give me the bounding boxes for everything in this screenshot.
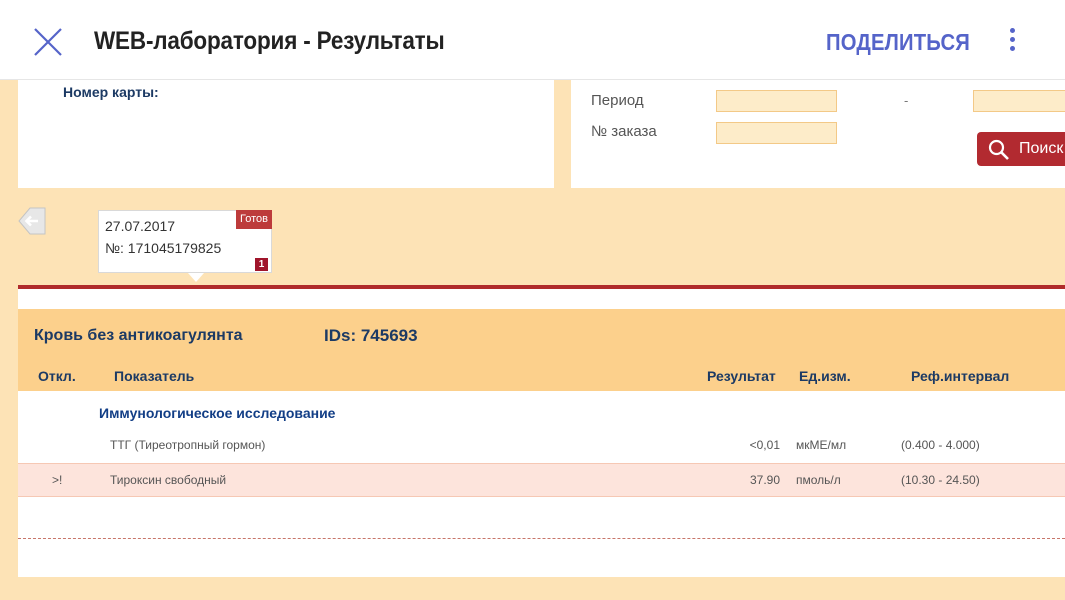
search-button-label: Поиск <box>1019 140 1064 157</box>
column-header-ref: Реф.интервал <box>911 368 1010 384</box>
more-vertical-icon[interactable] <box>1001 26 1023 56</box>
row-ref: (10.30 - 24.50) <box>901 473 980 487</box>
results-block: Кровь без антикоагулянта IDs: 745693 Отк… <box>18 309 1065 577</box>
card-number-label: Номер карты: <box>63 84 159 100</box>
table-row[interactable]: >! Тироксин свободный 37.90 пмоль/л (10.… <box>18 463 1065 497</box>
period-to-field[interactable] <box>973 90 1065 112</box>
app-bar: WEB-лаборатория - Результаты ПОДЕЛИТЬСЯ <box>0 0 1065 80</box>
order-date: 27.07.2017 <box>105 218 176 234</box>
row-unit: пмоль/л <box>796 473 841 487</box>
column-header-indicator: Показатель <box>114 368 195 384</box>
share-button[interactable]: ПОДЕЛИТЬСЯ <box>826 29 970 56</box>
column-header-result: Результат <box>707 368 776 384</box>
row-indicator: Тироксин свободный <box>110 473 227 487</box>
group-title: Иммунологическое исследование <box>99 405 336 421</box>
count-badge: 1 <box>255 258 268 271</box>
page-title: WEB-лаборатория - Результаты <box>94 27 445 55</box>
period-from-field[interactable] <box>716 90 837 112</box>
back-arrow-icon[interactable] <box>18 207 46 235</box>
row-result: <0,01 <box>749 438 780 452</box>
search-button[interactable]: Поиск <box>977 132 1065 166</box>
patient-card-panel: Номер карты: <box>18 80 554 188</box>
row-unit: мкМЕ/мл <box>796 438 847 452</box>
column-header-deviation: Откл. <box>38 368 76 384</box>
specimen-title: Кровь без антикоагулянта <box>34 327 243 344</box>
order-card[interactable]: 27.07.2017 №: 171045179825 Готов 1 <box>98 210 272 273</box>
row-indicator: ТТГ (Тиреотропный гормон) <box>110 438 266 452</box>
order-number: №: 171045179825 <box>105 240 222 256</box>
close-icon[interactable] <box>30 24 66 60</box>
search-filter-panel: Период - № заказа Поиск <box>571 80 1065 188</box>
column-header-unit: Ед.изм. <box>799 368 851 384</box>
search-icon <box>988 139 1009 160</box>
period-separator: - <box>904 93 909 108</box>
period-label: Период <box>591 92 644 109</box>
results-table: Иммунологическое исследование ТТГ (Тирео… <box>18 391 1065 577</box>
selected-order-pointer <box>188 273 204 282</box>
dashed-divider <box>18 538 1065 539</box>
table-row[interactable]: ТТГ (Тиреотропный гормон) <0,01 мкМЕ/мл … <box>18 429 1065 463</box>
spacer <box>18 289 1065 309</box>
row-ref: (0.400 - 4.000) <box>901 438 980 452</box>
order-number-label: № заказа <box>591 123 657 140</box>
specimen-ids: IDs: 745693 <box>324 326 418 345</box>
row-result: 37.90 <box>749 473 780 487</box>
status-badge: Готов <box>236 210 272 229</box>
results-header: Кровь без антикоагулянта IDs: 745693 Отк… <box>18 309 1065 391</box>
order-number-field[interactable] <box>716 122 837 144</box>
row-flag: >! <box>52 473 63 487</box>
